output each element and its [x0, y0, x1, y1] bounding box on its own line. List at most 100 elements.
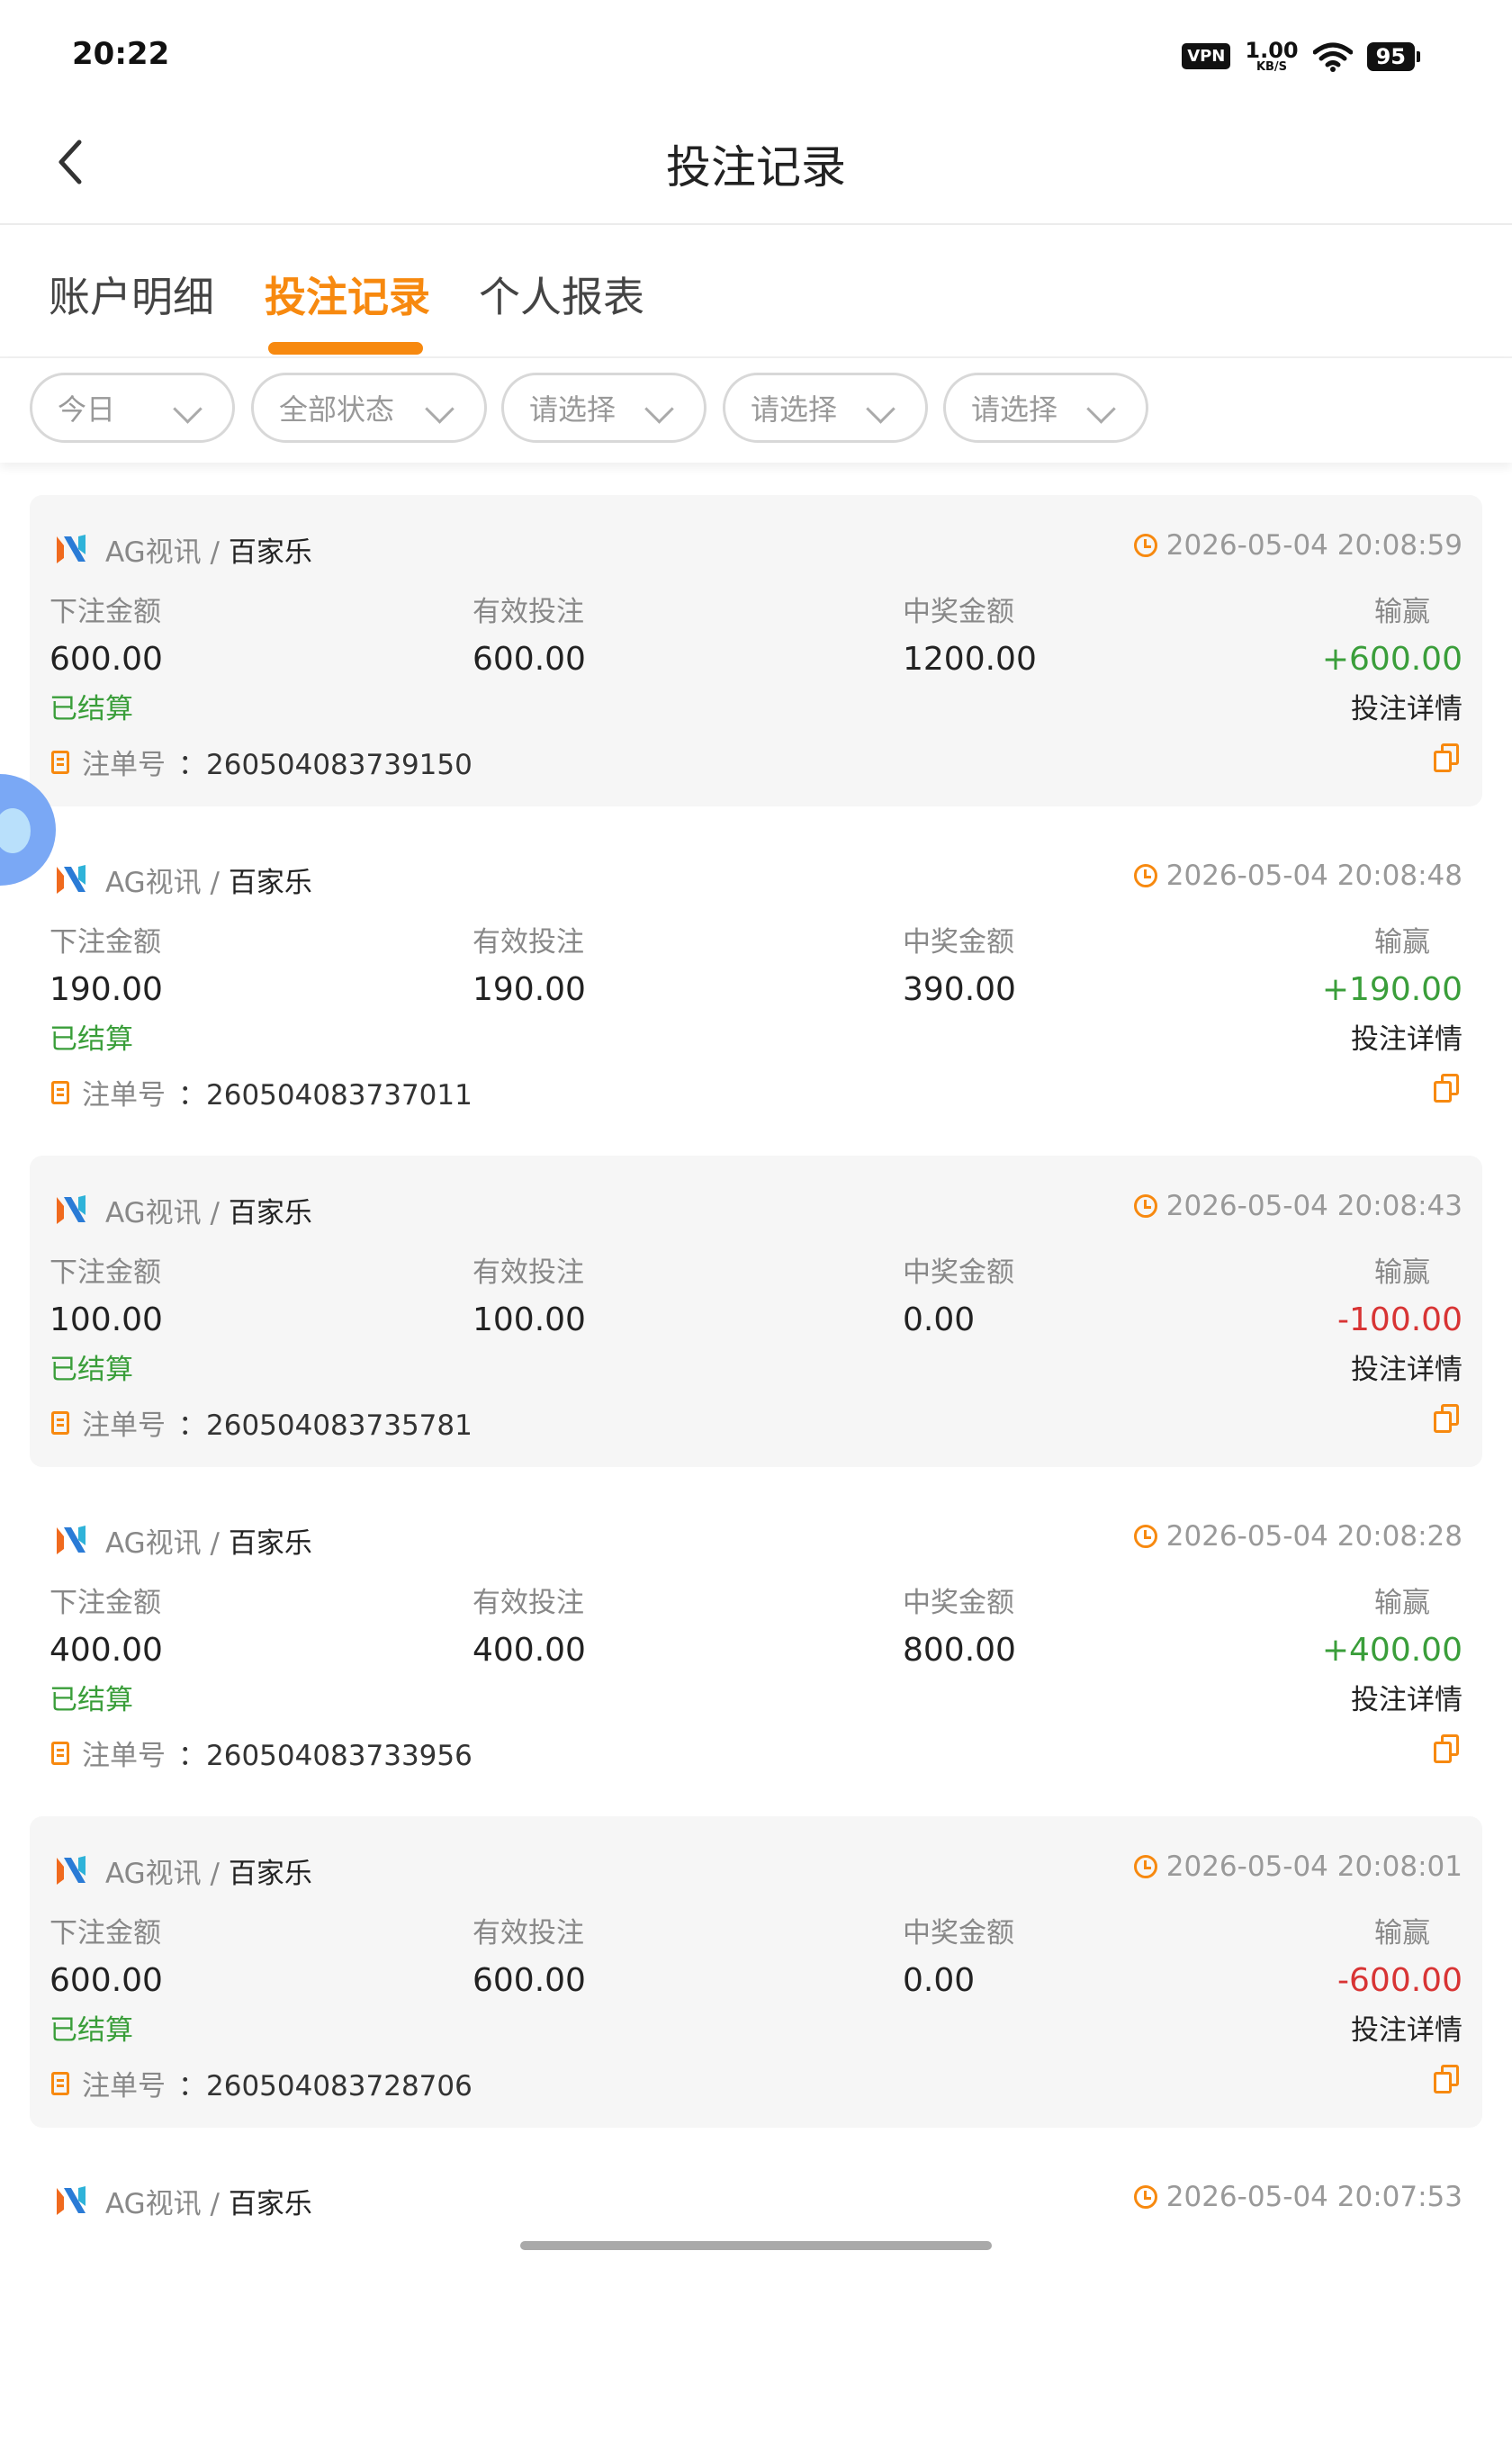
- bet-record-card[interactable]: AG视讯 / 百家乐 2026-05-04 20:08:01 下注金额 有效投注 中奖金…: [30, 1816, 1482, 2128]
- bet-time-value: 2026-05-04 20:08:43: [1166, 1190, 1462, 1222]
- page-title: 投注记录: [666, 141, 846, 194]
- bet-detail-link[interactable]: 投注详情: [1351, 1346, 1462, 1387]
- provider-name: AG视讯 / 百家乐: [105, 860, 312, 900]
- win-amount-label: 中奖金额: [903, 596, 1014, 628]
- status-indicators: VPN 1.00 KB/S 95: [1182, 38, 1421, 73]
- valid-bet-label: 有效投注: [472, 1917, 584, 1949]
- win-amount-label: 中奖金额: [903, 1587, 1014, 1619]
- copy-icon[interactable]: [1434, 1404, 1461, 1433]
- win-loss-label: 输赢: [1374, 1587, 1430, 1619]
- bet-record-card[interactable]: AG视讯 / 百家乐 2026-05-04 20:08:28 下注金额 有效投注 中奖金…: [30, 1486, 1482, 1797]
- bet-amount-value: 190.00: [50, 971, 163, 1008]
- clock-icon: [1133, 534, 1157, 557]
- provider-name: AG视讯 / 百家乐: [105, 1520, 312, 1561]
- home-indicator[interactable]: [520, 2241, 992, 2250]
- order-number-value: ：260504083735781: [178, 1402, 472, 1443]
- tab-bar: 账户明细 投注记录 个人报表: [0, 225, 1512, 358]
- filter-bar: 今日 全部状态 请选择 请选择 请选择: [0, 358, 1512, 463]
- win-loss-value: +400.00: [1321, 1632, 1462, 1669]
- bet-detail-link[interactable]: 投注详情: [1351, 686, 1462, 726]
- tab-bet-records[interactable]: 投注记录: [265, 265, 430, 324]
- chevron-down-icon: [173, 394, 202, 424]
- win-amount-value: 0.00: [903, 1962, 976, 1999]
- bet-time: 2026-05-04 20:07:53: [1133, 2181, 1462, 2213]
- order-number-separator: ：: [178, 2070, 206, 2102]
- bet-amount-label: 下注金额: [50, 1917, 161, 1949]
- clock-icon: [1133, 2185, 1157, 2209]
- order-number-separator: ：: [178, 749, 206, 781]
- valid-bet-value: 400.00: [472, 1632, 586, 1669]
- select-filter-3[interactable]: 请选择: [943, 373, 1148, 443]
- status-filter[interactable]: 全部状态: [251, 373, 487, 443]
- app-header: 投注记录: [0, 108, 1512, 225]
- copy-icon[interactable]: [1434, 1734, 1461, 1763]
- order-number-label: 注单号: [82, 1079, 166, 1112]
- select-filter-1[interactable]: 请选择: [501, 373, 706, 443]
- order-number-value: ：260504083733956: [178, 1733, 472, 1773]
- valid-bet-label: 有效投注: [472, 1587, 584, 1619]
- date-filter[interactable]: 今日: [30, 373, 235, 443]
- tab-personal-report[interactable]: 个人报表: [479, 265, 644, 324]
- win-amount-value: 1200.00: [903, 641, 1037, 678]
- provider-logo-icon: [57, 535, 86, 563]
- valid-bet-value: 100.00: [472, 1301, 586, 1338]
- game-name: 百家乐: [228, 536, 312, 569]
- assistant-icon: [0, 808, 31, 853]
- copy-icon[interactable]: [1434, 2065, 1461, 2093]
- settlement-status: 已结算: [50, 1684, 133, 1716]
- provider-label: AG视讯: [105, 867, 202, 899]
- bet-record-card[interactable]: AG视讯 / 百家乐 2026-05-04 20:08:48 下注金额 有效投注 中奖金…: [30, 825, 1482, 1137]
- provider-name: AG视讯 / 百家乐: [105, 1190, 312, 1230]
- tab-account-details[interactable]: 账户明细: [49, 265, 214, 324]
- bet-time: 2026-05-04 20:08:28: [1133, 1520, 1462, 1553]
- provider-name: AG视讯 / 百家乐: [105, 529, 312, 570]
- status-bar: 20:22 VPN 1.00 KB/S 95: [0, 0, 1512, 108]
- win-loss-value: +600.00: [1321, 641, 1462, 678]
- order-number: 注单号 ：260504083733956: [51, 1733, 472, 1773]
- document-icon: [51, 1741, 69, 1765]
- clock-icon: [1133, 864, 1157, 887]
- provider-separator: /: [201, 1527, 229, 1560]
- bet-time: 2026-05-04 20:08:43: [1133, 1190, 1462, 1222]
- bet-detail-link[interactable]: 投注详情: [1351, 1016, 1462, 1057]
- bet-detail-link[interactable]: 投注详情: [1351, 1677, 1462, 1717]
- bet-record-card[interactable]: AG视讯 / 百家乐 2026-05-04 20:07:53: [30, 2147, 1482, 2458]
- chevron-down-icon: [644, 394, 674, 424]
- provider-separator: /: [201, 536, 229, 569]
- win-loss-label: 输赢: [1374, 1256, 1430, 1289]
- bet-record-card[interactable]: AG视讯 / 百家乐 2026-05-04 20:08:43 下注金额 有效投注 中奖金…: [30, 1156, 1482, 1467]
- provider-separator: /: [201, 1858, 229, 1890]
- settlement-status: 已结算: [50, 693, 133, 725]
- bet-detail-link[interactable]: 投注详情: [1351, 2007, 1462, 2048]
- chevron-down-icon: [866, 394, 896, 424]
- bet-amount-label: 下注金额: [50, 926, 161, 959]
- battery-indicator: 95: [1366, 41, 1421, 71]
- order-number: 注单号 ：260504083737011: [51, 1072, 472, 1112]
- provider-logo-icon: [57, 1856, 86, 1885]
- provider-separator: /: [201, 867, 229, 899]
- select-filter-label: 请选择: [751, 392, 838, 427]
- order-number-digits: 260504083733956: [206, 1740, 472, 1772]
- game-name: 百家乐: [228, 867, 312, 899]
- vpn-icon: VPN: [1182, 43, 1231, 69]
- win-amount-value: 800.00: [903, 1632, 1016, 1669]
- provider-name: AG视讯 / 百家乐: [105, 1850, 312, 1891]
- order-number-value: ：260504083737011: [178, 1072, 472, 1112]
- bet-amount-label: 下注金额: [50, 596, 161, 628]
- active-tab-indicator: [268, 342, 423, 355]
- order-number-digits: 260504083737011: [206, 1079, 472, 1112]
- bet-time-value: 2026-05-04 20:08:01: [1166, 1850, 1462, 1883]
- clock-icon: [1133, 1194, 1157, 1218]
- valid-bet-value: 600.00: [472, 641, 586, 678]
- network-speed-value: 1.00: [1245, 38, 1299, 63]
- copy-icon[interactable]: [1434, 1074, 1461, 1103]
- bet-record-card[interactable]: AG视讯 / 百家乐 2026-05-04 20:08:59 下注金额 有效投注 中奖金…: [30, 495, 1482, 806]
- copy-icon[interactable]: [1434, 743, 1461, 772]
- order-number-digits: 260504083735781: [206, 1409, 472, 1442]
- select-filter-2[interactable]: 请选择: [723, 373, 928, 443]
- bet-time: 2026-05-04 20:08:01: [1133, 1850, 1462, 1883]
- valid-bet-value: 600.00: [472, 1962, 586, 1999]
- win-amount-value: 0.00: [903, 1301, 976, 1338]
- provider-logo-icon: [57, 865, 86, 894]
- bet-amount-value: 600.00: [50, 1962, 163, 1999]
